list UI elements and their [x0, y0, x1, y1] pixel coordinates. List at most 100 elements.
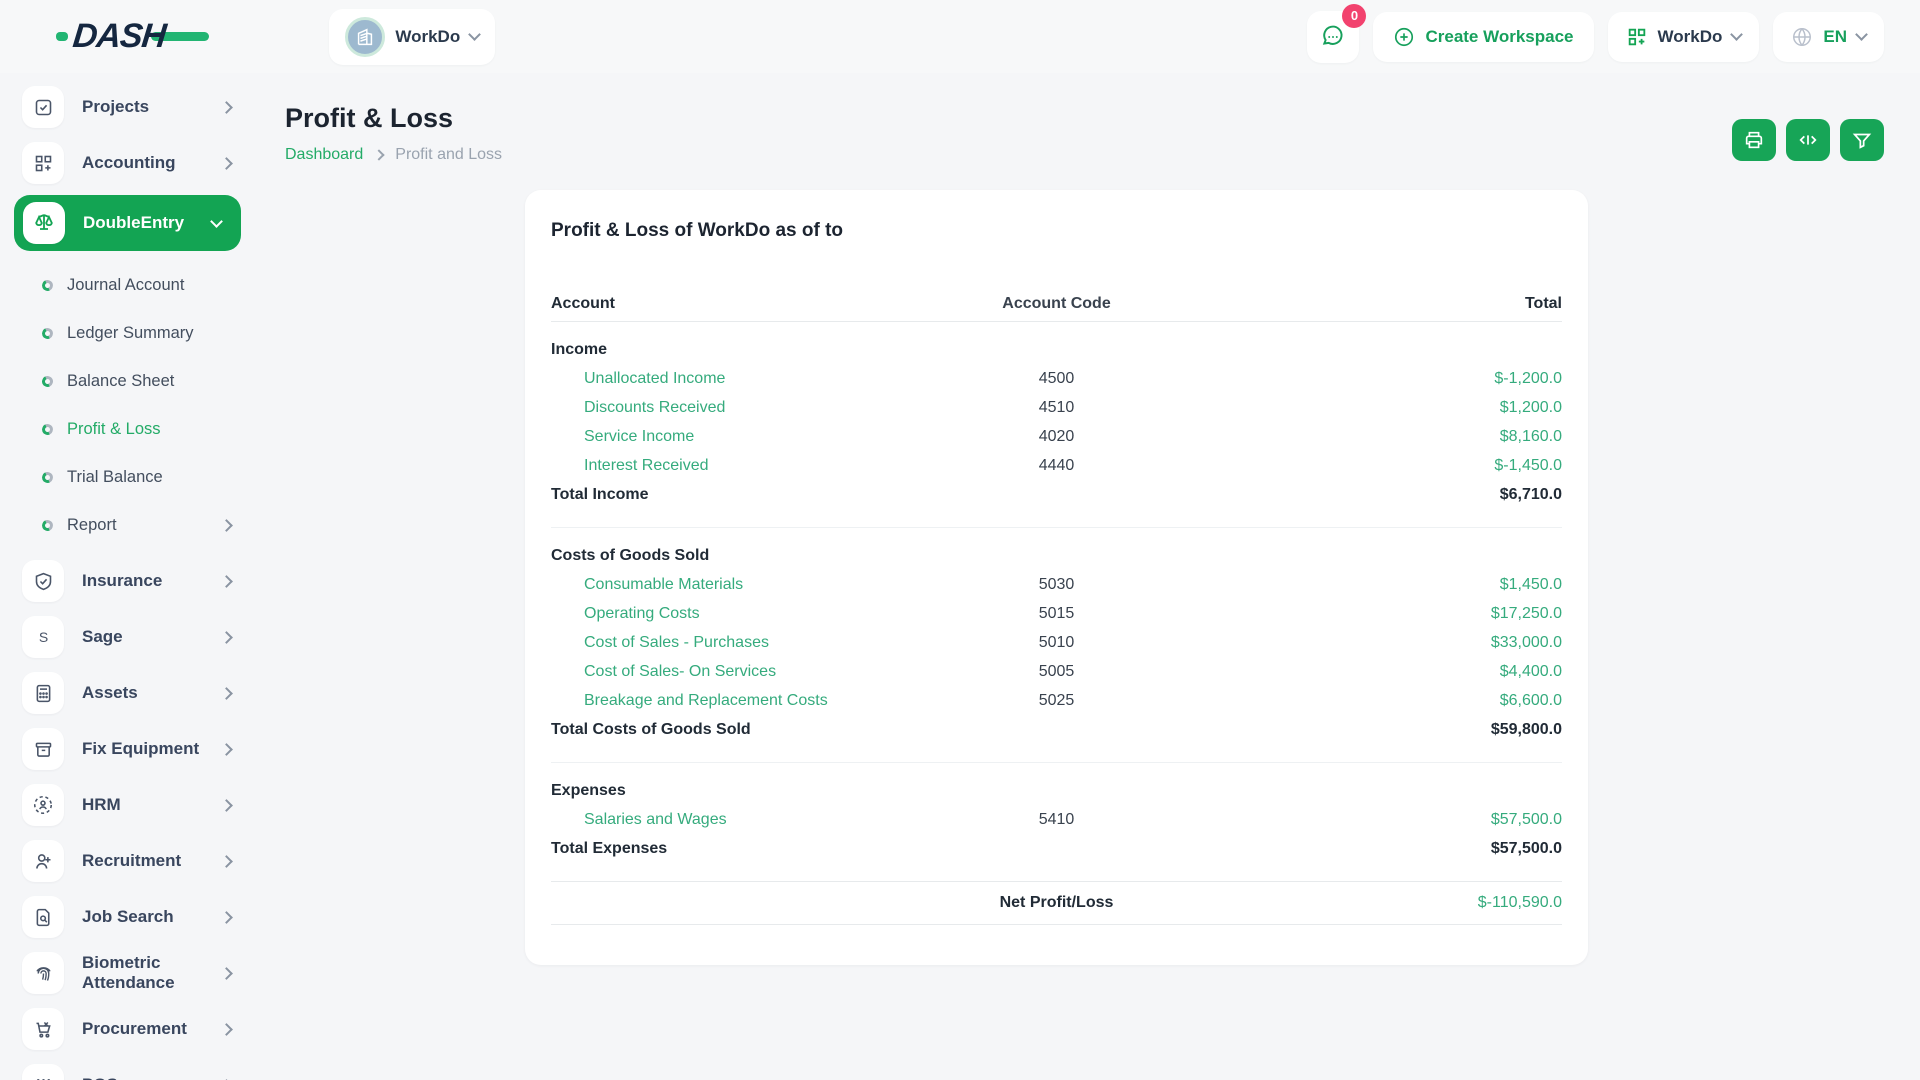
- account-link[interactable]: Breakage and Replacement Costs: [551, 692, 888, 710]
- scale-icon: [23, 202, 65, 244]
- checkbox-icon: [22, 86, 64, 128]
- sidebar-item-biometric-attendance[interactable]: Biometric Attendance: [0, 945, 255, 1001]
- account-link[interactable]: Unallocated Income: [551, 370, 888, 388]
- document-search-icon: [22, 896, 64, 938]
- sidebar-item-pos[interactable]: POS: [0, 1057, 255, 1080]
- account-code: 5005: [888, 663, 1225, 681]
- submenu-item-label: Report: [67, 516, 208, 535]
- filter-button[interactable]: [1840, 119, 1884, 161]
- section-total-label: Total Expenses: [551, 840, 888, 858]
- sidebar-item-label: Sage: [82, 627, 204, 647]
- print-button[interactable]: [1732, 119, 1776, 161]
- export-button[interactable]: [1786, 119, 1830, 161]
- chevron-down-icon: [1855, 28, 1868, 41]
- section-total-row: Total Income$6,710.0: [551, 480, 1562, 509]
- section-header-row: Expenses: [551, 776, 1562, 805]
- submenu-item-trial-balance[interactable]: Trial Balance: [0, 453, 255, 501]
- breadcrumb: Dashboard Profit and Loss: [285, 146, 502, 164]
- submenu-item-label: Trial Balance: [67, 468, 231, 487]
- submenu-item-profit-loss[interactable]: Profit & Loss: [0, 405, 255, 453]
- submenu-item-journal-account[interactable]: Journal Account: [0, 261, 255, 309]
- column-header-account: Account: [551, 295, 888, 313]
- create-workspace-button[interactable]: Create Workspace: [1373, 12, 1593, 62]
- chevron-right-icon: [220, 799, 233, 812]
- messages-button[interactable]: 0: [1307, 11, 1359, 63]
- sidebar-item-recruitment[interactable]: Recruitment: [0, 833, 255, 889]
- archive-box-icon: [22, 728, 64, 770]
- globe-icon: [1791, 26, 1813, 48]
- chevron-right-icon: [220, 855, 233, 868]
- doubleentry-submenu: Journal Account Ledger Summary Balance She…: [0, 255, 255, 553]
- account-code: 5030: [888, 576, 1225, 594]
- sidebar-item-projects[interactable]: Projects: [0, 79, 255, 135]
- account-link[interactable]: Service Income: [551, 428, 888, 446]
- person-target-icon: [22, 784, 64, 826]
- app-logo[interactable]: DASH: [56, 17, 209, 56]
- breadcrumb-current: Profit and Loss: [395, 146, 502, 164]
- account-link[interactable]: Discounts Received: [551, 399, 888, 417]
- code-icon: [1797, 129, 1819, 151]
- section-total-row: Total Expenses$57,500.0: [551, 834, 1562, 863]
- submenu-item-report[interactable]: Report: [0, 501, 255, 549]
- chevron-right-icon: [220, 101, 233, 114]
- sidebar-item-assets[interactable]: Assets: [0, 665, 255, 721]
- account-row: Cost of Sales- On Services5005$4,400.0: [551, 657, 1562, 686]
- logo-dot: [56, 32, 68, 41]
- account-link[interactable]: Cost of Sales- On Services: [551, 663, 888, 681]
- chevron-right-icon: [374, 149, 385, 160]
- account-code: 5015: [888, 605, 1225, 623]
- sidebar-item-label: Accounting: [82, 153, 204, 173]
- report-title: Profit & Loss of WorkDo as of to: [551, 220, 1562, 242]
- breadcrumb-dashboard-link[interactable]: Dashboard: [285, 146, 363, 164]
- language-dropdown[interactable]: EN: [1773, 12, 1884, 62]
- section-divider: [551, 762, 1562, 763]
- sidebar-item-accounting[interactable]: Accounting: [0, 135, 255, 191]
- grid-plus-icon: [1626, 26, 1648, 48]
- submenu-item-ledger-summary[interactable]: Ledger Summary: [0, 309, 255, 357]
- section-total-label: Total Costs of Goods Sold: [551, 721, 888, 739]
- workspace-selector[interactable]: WorkDo: [329, 9, 495, 65]
- account-code: 4510: [888, 399, 1225, 417]
- sidebar: Projects Accounting DoubleEntry Journal Acc…: [0, 73, 255, 1080]
- account-link[interactable]: Salaries and Wages: [551, 811, 888, 829]
- account-total: $6,600.0: [1225, 692, 1562, 710]
- submenu-item-label: Balance Sheet: [67, 372, 231, 391]
- sidebar-item-label: Assets: [82, 683, 204, 703]
- submenu-item-balance-sheet[interactable]: Balance Sheet: [0, 357, 255, 405]
- chevron-right-icon: [220, 743, 233, 756]
- sidebar-item-insurance[interactable]: Insurance: [0, 553, 255, 609]
- chevron-right-icon: [220, 967, 233, 980]
- top-header: DASH WorkDo 0 Create Workspace: [0, 0, 1920, 73]
- account-link[interactable]: Consumable Materials: [551, 576, 888, 594]
- dots-grid-icon: [22, 1064, 64, 1080]
- account-link[interactable]: Interest Received: [551, 457, 888, 475]
- chevron-right-icon: [220, 519, 233, 532]
- workdo-dropdown[interactable]: WorkDo: [1608, 12, 1760, 62]
- section-total-row: Total Costs of Goods Sold $59,800.0: [551, 715, 1562, 744]
- sidebar-item-label: Job Search: [82, 907, 204, 927]
- sidebar-item-job-search[interactable]: Job Search: [0, 889, 255, 945]
- submenu-item-label: Journal Account: [67, 276, 231, 295]
- sidebar-item-label: DoubleEntry: [83, 213, 194, 233]
- main-content: Profit & Loss Dashboard Profit and Loss …: [255, 73, 1920, 1080]
- shield-check-icon: [22, 560, 64, 602]
- account-row: Service Income4020$8,160.0: [551, 422, 1562, 451]
- sidebar-item-fix-equipment[interactable]: Fix Equipment: [0, 721, 255, 777]
- sidebar-item-sage[interactable]: SSage: [0, 609, 255, 665]
- sidebar-item-label: Fix Equipment: [82, 739, 204, 759]
- account-row: Interest Received4440$-1,450.0: [551, 451, 1562, 480]
- account-link[interactable]: Operating Costs: [551, 605, 888, 623]
- section-total-value: $59,800.0: [1225, 721, 1562, 739]
- account-link[interactable]: Cost of Sales - Purchases: [551, 634, 888, 652]
- chevron-right-icon: [220, 157, 233, 170]
- bullet-icon: [40, 518, 54, 532]
- chevron-right-icon: [220, 911, 233, 924]
- sidebar-item-doubleentry[interactable]: DoubleEntry: [14, 195, 241, 251]
- calculator-icon: [22, 672, 64, 714]
- account-total: $57,500.0: [1225, 811, 1562, 829]
- sidebar-item-label: Insurance: [82, 571, 204, 591]
- sidebar-item-procurement[interactable]: Procurement: [0, 1001, 255, 1057]
- sidebar-item-hrm[interactable]: HRM: [0, 777, 255, 833]
- sidebar-item-label: Projects: [82, 97, 204, 117]
- account-code: 5010: [888, 634, 1225, 652]
